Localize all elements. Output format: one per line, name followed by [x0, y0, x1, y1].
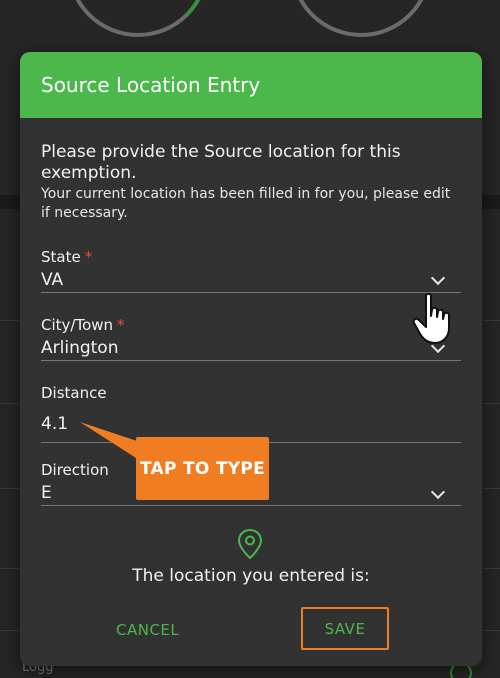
state-label: State * [41, 248, 93, 266]
pointing-hand-icon [412, 292, 450, 344]
city-select[interactable]: City/Town * Arlington [41, 316, 461, 361]
dialog-instructions: Please provide the Source location for t… [41, 142, 461, 223]
field-underline [41, 292, 461, 293]
source-location-dialog: Source Location Entry Please provide the… [20, 52, 482, 666]
dialog-title: Source Location Entry [41, 73, 261, 97]
field-underline [41, 505, 461, 506]
dialog-header: Source Location Entry [20, 52, 482, 118]
cancel-button[interactable]: CANCEL [116, 616, 179, 644]
save-button[interactable]: SAVE [301, 607, 389, 650]
city-label: City/Town * [41, 316, 125, 334]
instructions-sub: Your current location has been filled in… [41, 186, 451, 221]
state-value: VA [41, 270, 64, 290]
instructions-main: Please provide the Source location for t… [41, 142, 401, 183]
background-progress-ring [67, 0, 209, 37]
distance-label: Distance [41, 384, 107, 402]
location-pin-icon [237, 528, 263, 560]
state-select[interactable]: State * VA [41, 248, 461, 293]
tap-to-type-callout: TAP TO TYPE [136, 437, 269, 500]
callout-pointer [80, 422, 140, 458]
location-summary: The location you entered is: [132, 566, 370, 586]
field-underline [41, 360, 461, 361]
required-indicator: * [84, 248, 93, 266]
city-value: Arlington [41, 338, 119, 358]
background-progress-ring [290, 0, 432, 37]
required-indicator: * [117, 316, 125, 334]
